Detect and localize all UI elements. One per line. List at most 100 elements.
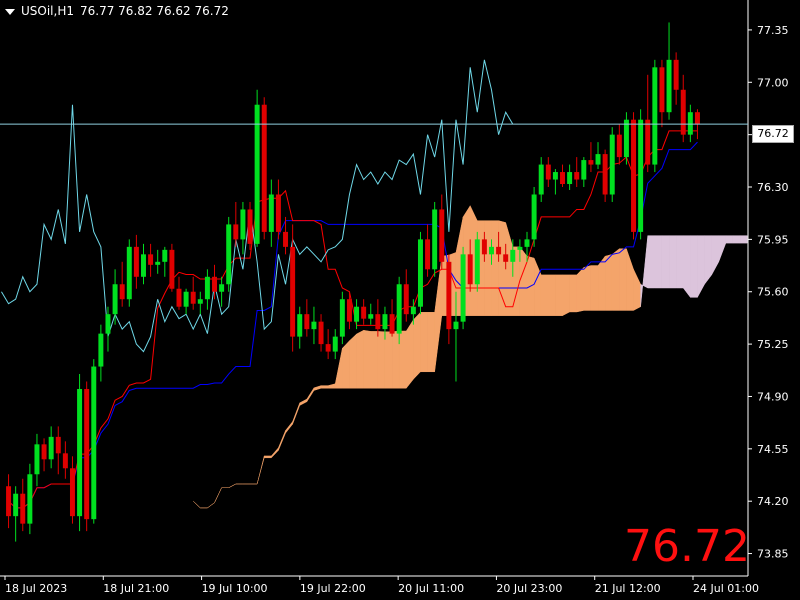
candle-body (212, 276, 217, 292)
ichimoku-cloud-segment (725, 235, 734, 244)
candle-body (581, 160, 587, 180)
ichimoku-cloud-segment (732, 235, 741, 244)
ichimoku-cloud-segment (690, 235, 698, 298)
candle-body (13, 493, 19, 517)
candle-body (332, 336, 338, 352)
x-tick-label: 21 Jul 12:00 (595, 582, 661, 595)
candle-body (112, 284, 118, 315)
candle-body (148, 254, 154, 265)
candle-body (176, 288, 182, 307)
candle-body (190, 291, 196, 304)
candle-body (20, 493, 26, 524)
candle-body (41, 444, 47, 460)
candle-body (510, 249, 516, 262)
ichimoku-cloud-segment (263, 455, 272, 459)
candle-body (439, 209, 445, 262)
candle-body (48, 436, 54, 460)
candle-body (467, 254, 473, 285)
ichimoku-cloud-segment (349, 333, 357, 389)
ichimoku-cloud-segment (675, 235, 684, 289)
candle-body (275, 194, 281, 232)
candle-body (417, 239, 423, 307)
ichimoku-cloud-segment (413, 311, 421, 380)
candle-body (141, 254, 146, 277)
candle-body (290, 246, 296, 337)
ohlc-values: 76.77 76.82 76.62 76.72 (80, 4, 229, 18)
candle-body (453, 321, 459, 330)
candle-body (638, 119, 644, 232)
candle-body (659, 67, 665, 113)
price-chart[interactable]: 77.3577.0076.6576.3075.9575.6075.2574.90… (0, 0, 800, 600)
chart-header: USOil,H1 76.77 76.82 76.62 76.72 (5, 4, 229, 18)
candle-body (574, 172, 580, 180)
candle-body (204, 276, 210, 300)
ichimoku-cloud-segment (398, 330, 407, 389)
candle-body (84, 388, 90, 520)
candle-body (602, 154, 608, 195)
candle-body (560, 172, 565, 185)
x-tick-label: 18 Jul 2023 (5, 582, 67, 595)
candle-body (389, 314, 395, 334)
candle-body (233, 224, 239, 240)
candle-body (538, 164, 544, 195)
candle-body (254, 104, 260, 244)
candle-body (460, 254, 466, 322)
dropdown-triangle-icon[interactable] (5, 9, 15, 15)
candle-body (609, 134, 615, 195)
ichimoku-cloud-segment (356, 329, 364, 389)
candle-body (311, 321, 317, 330)
ichimoku-cloud-segment (484, 220, 492, 316)
candle-body (219, 284, 225, 292)
ichimoku-cloud-segment (668, 235, 677, 289)
ichimoku-cloud-segment (555, 274, 563, 316)
ichimoku-cloud-segment (384, 331, 393, 389)
candle-body (34, 444, 40, 475)
candle-body (645, 119, 651, 165)
candle-body (318, 321, 324, 345)
candle-body (673, 59, 679, 90)
x-tick-label: 20 Jul 11:00 (398, 582, 464, 595)
candle-body (652, 67, 658, 165)
candle-body (567, 172, 573, 185)
ichimoku-cloud-segment (604, 254, 613, 311)
candle-body (27, 474, 33, 524)
ichimoku-cloud-segment (661, 235, 670, 289)
y-tick-label: 75.25 (757, 338, 789, 351)
candle-body (631, 119, 637, 232)
candle-body (126, 246, 132, 300)
candle-body (297, 314, 303, 337)
ichimoku-cloud-segment (377, 331, 386, 389)
candle-body (446, 261, 452, 330)
candle-body (623, 119, 629, 158)
y-tick-label: 75.95 (757, 233, 789, 246)
ichimoku-cloud-segment (427, 312, 435, 373)
candle-body (410, 306, 416, 315)
big-price-display: 76.72 (624, 521, 750, 572)
ichimoku-cloud-segment (391, 330, 400, 389)
candle-body (595, 154, 601, 165)
candle-body (375, 314, 381, 330)
candle-body (346, 299, 352, 322)
ichimoku-cloud-segment (654, 235, 663, 289)
y-tick-label: 74.20 (757, 495, 789, 508)
x-tick-label: 20 Jul 23:00 (496, 582, 562, 595)
ichimoku-cloud-segment (583, 265, 592, 311)
ichimoku-cloud-segment (342, 340, 350, 389)
candle-body (496, 246, 502, 255)
candle-body (361, 306, 367, 319)
candle-body (304, 314, 310, 330)
ichimoku-cloud-segment (597, 255, 606, 311)
current-price-tag: 76.72 (752, 125, 794, 143)
candle-body (268, 194, 274, 232)
candle-body (666, 59, 672, 113)
candle-body (69, 468, 75, 517)
ichimoku-cloud-segment (548, 274, 556, 316)
ichimoku-cloud-segment (498, 220, 506, 316)
y-tick-label: 74.55 (757, 443, 789, 456)
candle-body (98, 333, 104, 367)
ichimoku-cloud-segment (611, 248, 620, 311)
candle-body (155, 261, 161, 265)
ichimoku-cloud-segment (619, 248, 627, 311)
candle-body (524, 239, 530, 247)
candle-body (162, 249, 168, 262)
